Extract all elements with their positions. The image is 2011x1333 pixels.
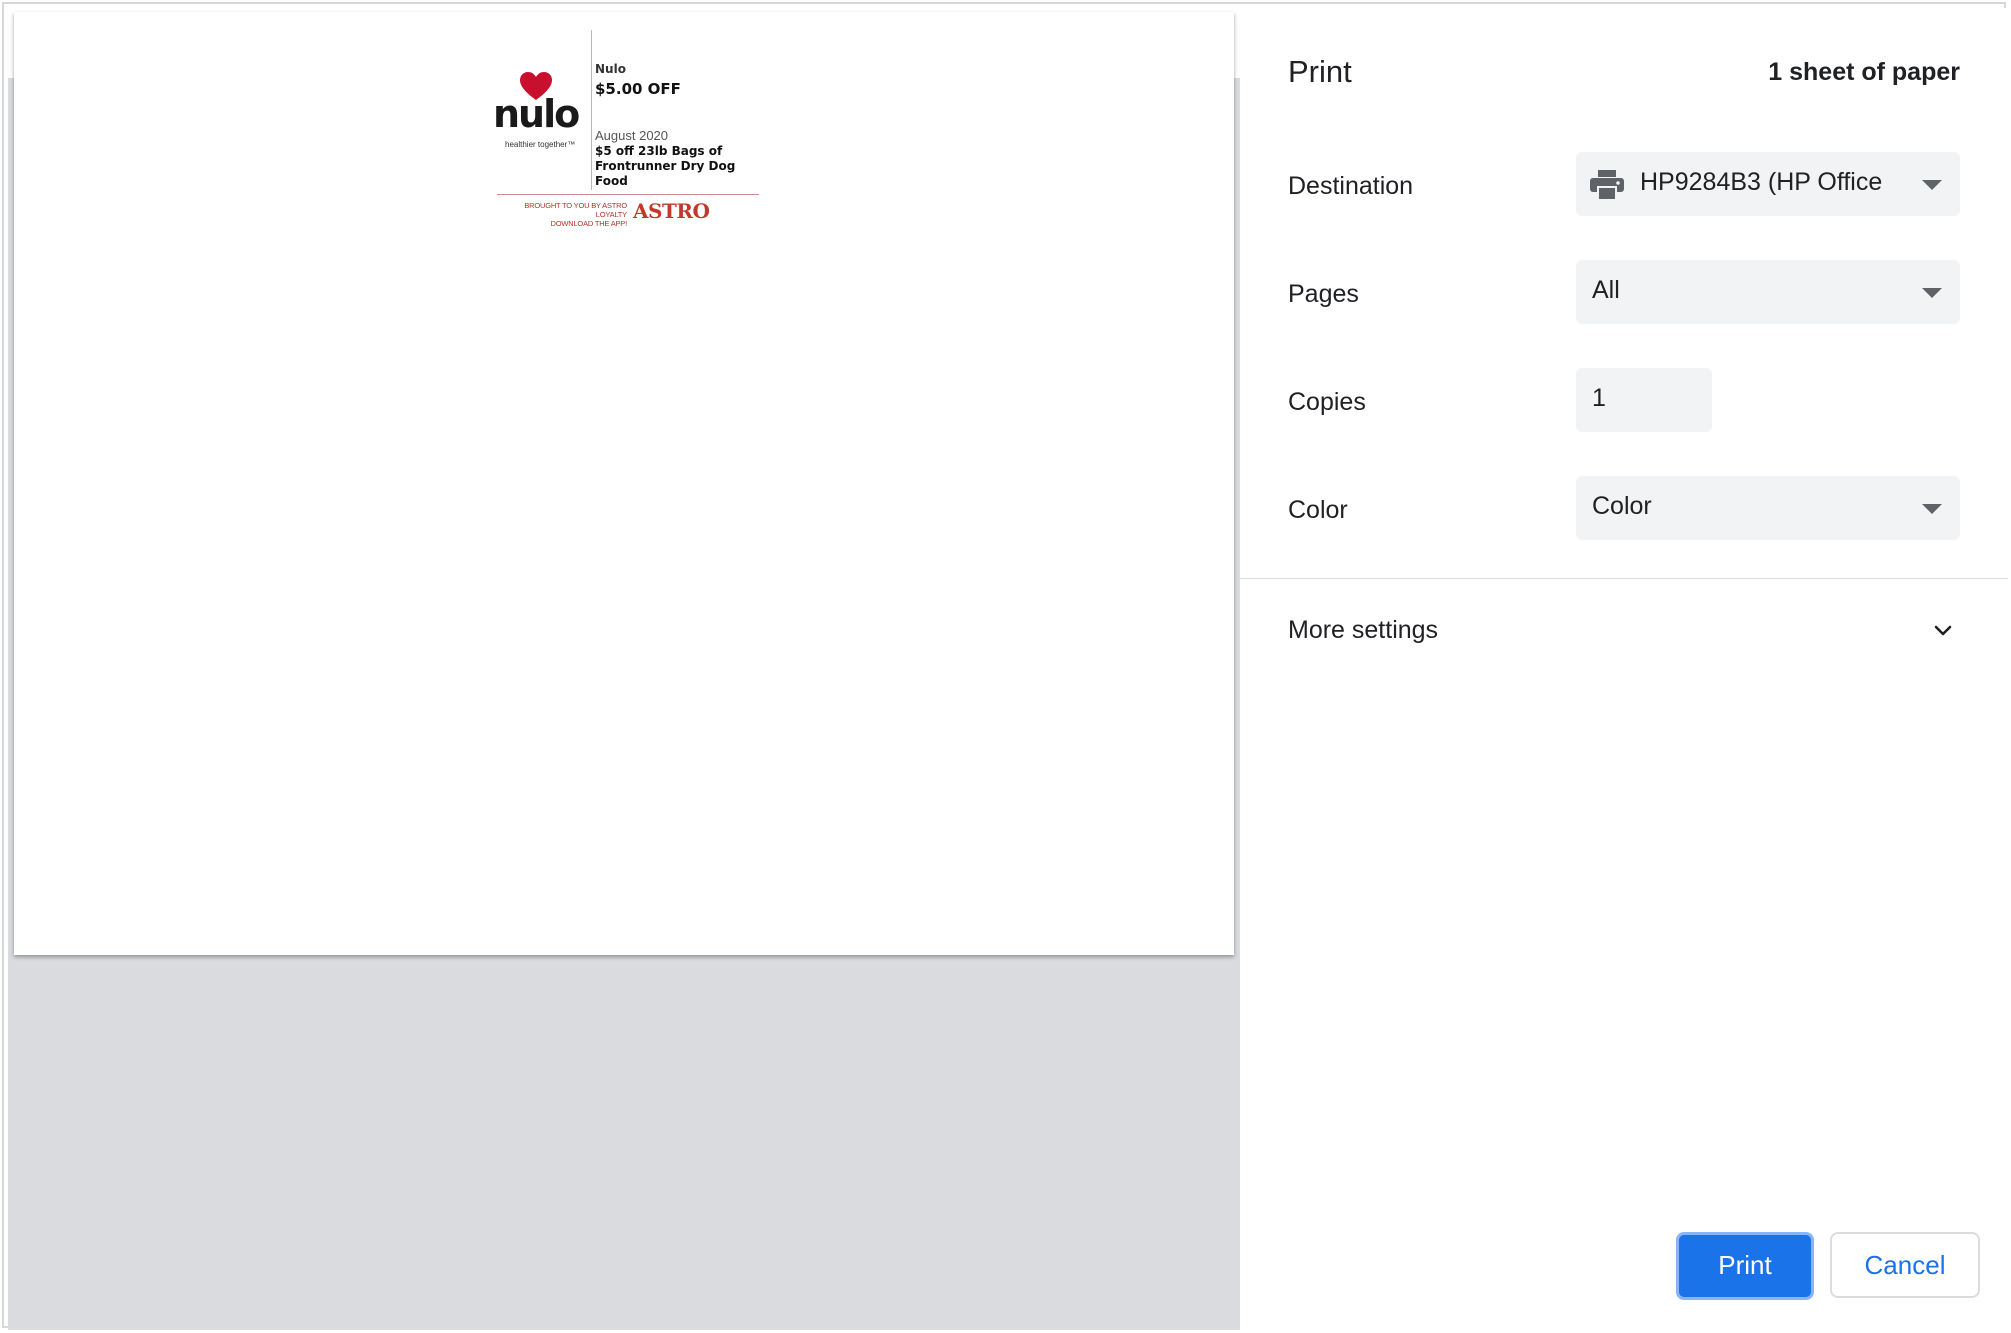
color-value: Color — [1592, 492, 1652, 520]
dropdown-arrow-icon — [1922, 288, 1942, 298]
coupon-footer-line1: BROUGHT TO YOU BY ASTRO LOYALTY — [524, 201, 627, 219]
dropdown-arrow-icon — [1922, 504, 1942, 514]
print-settings-sidebar: Print 1 sheet of paper Destination HP928… — [1240, 8, 2008, 1330]
destination-select[interactable]: HP9284B3 (HP Office — [1576, 152, 1960, 216]
color-label: Color — [1288, 496, 1348, 524]
nulo-logo: nulo healthier together™ — [493, 72, 585, 152]
astro-logo: ASTRO — [633, 199, 710, 223]
chevron-down-icon[interactable] — [1934, 622, 1952, 640]
coupon-brand: Nulo — [595, 62, 626, 76]
printer-icon — [1590, 170, 1624, 200]
preview-page: nulo healthier together™ Nulo $5.00 OFF … — [14, 12, 1234, 955]
print-preview-area[interactable]: nulo healthier together™ Nulo $5.00 OFF … — [8, 8, 1240, 1330]
pages-value: All — [1592, 276, 1620, 304]
cancel-button[interactable]: Cancel — [1830, 1232, 1980, 1298]
more-settings-toggle[interactable]: More settings — [1288, 616, 1438, 645]
dialog-title: Print — [1288, 54, 1352, 89]
destination-value: HP9284B3 (HP Office — [1640, 168, 1883, 196]
pages-label: Pages — [1288, 280, 1359, 308]
coupon-footer-line2: DOWNLOAD THE APP! — [550, 219, 628, 228]
coupon: nulo healthier together™ Nulo $5.00 OFF … — [487, 24, 767, 228]
sheet-count: 1 sheet of paper — [1768, 58, 1960, 86]
coupon-offer: $5.00 OFF — [595, 80, 681, 98]
dropdown-arrow-icon — [1922, 180, 1942, 190]
coupon-description: $5 off 23lb Bags of Frontrunner Dry Dog … — [595, 144, 736, 188]
coupon-divider-horizontal — [497, 194, 759, 195]
pages-select[interactable]: All — [1576, 260, 1960, 324]
copies-input[interactable]: 1 — [1576, 368, 1712, 432]
destination-label: Destination — [1288, 172, 1414, 200]
logo-word: nulo — [493, 92, 580, 136]
logo-tagline: healthier together™ — [505, 140, 576, 149]
coupon-divider-vertical — [591, 30, 592, 190]
section-divider — [1240, 578, 2008, 579]
copies-value: 1 — [1592, 384, 1606, 412]
print-dialog: nulo healthier together™ Nulo $5.00 OFF … — [2, 2, 2008, 1330]
color-select[interactable]: Color — [1576, 476, 1960, 540]
coupon-date: August 2020 — [595, 128, 669, 143]
print-button[interactable]: Print — [1676, 1232, 1814, 1300]
coupon-footer-text: BROUGHT TO YOU BY ASTRO LOYALTY DOWNLOAD… — [507, 201, 627, 228]
copies-label: Copies — [1288, 388, 1366, 416]
